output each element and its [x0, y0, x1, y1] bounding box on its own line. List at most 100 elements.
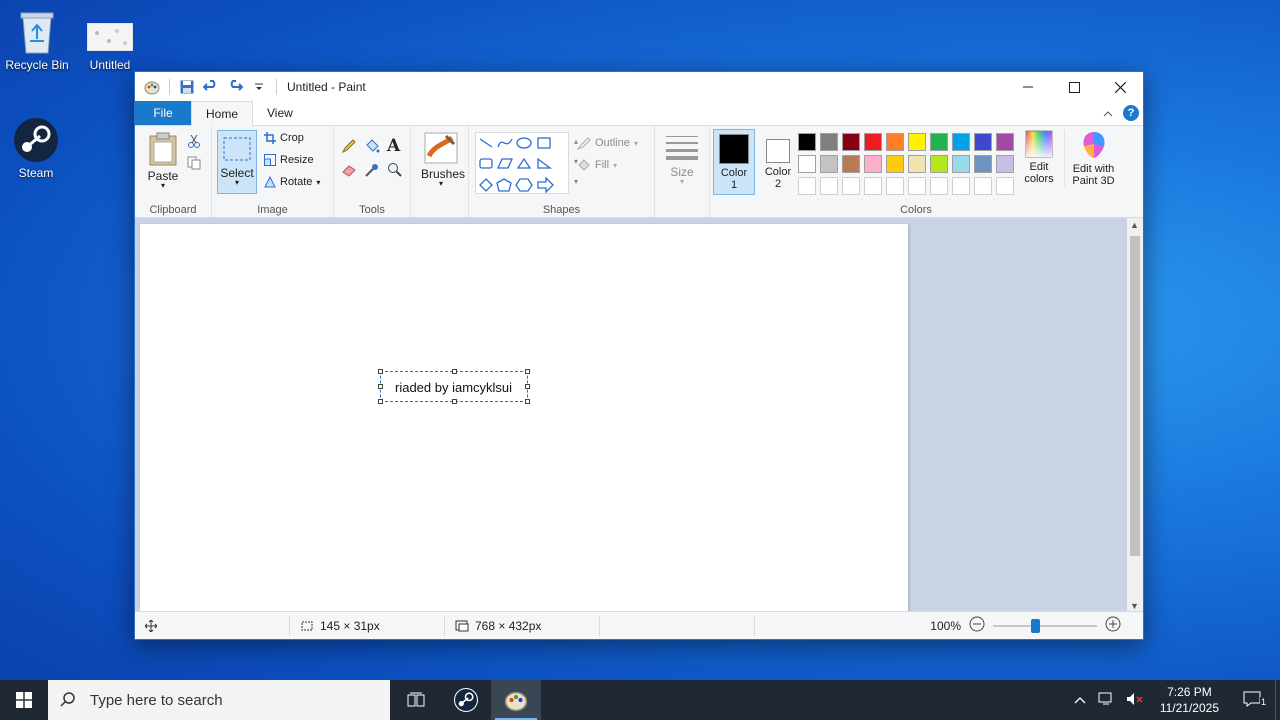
custom-color-slot[interactable]	[886, 177, 904, 195]
color-picker-icon[interactable]	[364, 162, 380, 181]
crop-button[interactable]: Crop	[264, 132, 304, 144]
zoom-in-button[interactable]	[1105, 616, 1121, 635]
zoom-out-button[interactable]	[969, 616, 985, 635]
fill-bucket-icon[interactable]	[364, 138, 380, 157]
show-desktop-button[interactable]	[1275, 680, 1280, 720]
palette-color-swatch[interactable]	[908, 133, 926, 151]
resize-handle[interactable]	[525, 369, 530, 374]
resize-handle[interactable]	[378, 369, 383, 374]
resize-handle[interactable]	[378, 399, 383, 404]
resize-handle[interactable]	[525, 384, 530, 389]
palette-color-swatch[interactable]	[930, 155, 948, 173]
resize-button[interactable]: Resize	[264, 154, 314, 166]
magnifier-icon[interactable]	[387, 162, 403, 181]
palette-color-swatch[interactable]	[974, 155, 992, 173]
custom-color-slot[interactable]	[930, 177, 948, 195]
palette-color-swatch[interactable]	[952, 133, 970, 151]
color1-button[interactable]: Color 1	[713, 129, 755, 195]
canvas-text[interactable]: riaded by iamcyklsui	[395, 380, 512, 395]
size-button[interactable]: Size ▾	[665, 134, 699, 186]
copy-icon[interactable]	[187, 156, 201, 173]
palette-color-swatch[interactable]	[842, 155, 860, 173]
custom-color-slot[interactable]	[820, 177, 838, 195]
edit-colors-button[interactable]: Edit colors	[1020, 130, 1058, 185]
palette-color-swatch[interactable]	[864, 155, 882, 173]
drawing-canvas[interactable]: riaded by iamcyklsui	[140, 224, 908, 613]
color2-button[interactable]: Color 2	[758, 129, 798, 195]
palette-color-swatch[interactable]	[908, 155, 926, 173]
palette-color-swatch[interactable]	[820, 155, 838, 173]
palette-color-swatch[interactable]	[798, 133, 816, 151]
desktop-icon-untitled[interactable]: Untitled	[72, 18, 148, 72]
text-tool-icon[interactable]: A	[387, 136, 400, 156]
scroll-up-icon[interactable]: ▲	[1130, 220, 1139, 230]
volume-muted-icon[interactable]	[1120, 692, 1150, 709]
cut-icon[interactable]	[187, 134, 201, 151]
palette-color-swatch[interactable]	[798, 155, 816, 173]
redo-icon[interactable]	[226, 78, 244, 96]
resize-handle[interactable]	[452, 369, 457, 374]
resize-handle[interactable]	[452, 399, 457, 404]
palette-color-swatch[interactable]	[886, 133, 904, 151]
save-icon[interactable]	[178, 78, 196, 96]
help-icon[interactable]: ?	[1123, 105, 1139, 121]
tab-home[interactable]: Home	[191, 101, 254, 126]
custom-color-slot[interactable]	[974, 177, 992, 195]
palette-color-swatch[interactable]	[820, 133, 838, 151]
desktop-icon-steam[interactable]: Steam	[0, 116, 74, 180]
palette-color-swatch[interactable]	[864, 133, 882, 151]
palette-color-swatch[interactable]	[952, 155, 970, 173]
palette-color-swatch[interactable]	[996, 133, 1014, 151]
scrollbar-thumb[interactable]	[1130, 236, 1140, 556]
resize-handle[interactable]	[378, 384, 383, 389]
close-button[interactable]	[1097, 72, 1143, 102]
rotate-button[interactable]: Rotate ▾	[264, 176, 320, 188]
clock[interactable]: 7:26 PM 11/21/2025	[1150, 684, 1229, 716]
brushes-button[interactable]: Brushes ▾	[421, 132, 465, 188]
vertical-scrollbar[interactable]: ▲ ▼	[1127, 218, 1143, 613]
palette-color-swatch[interactable]	[930, 133, 948, 151]
custom-color-slot[interactable]	[864, 177, 882, 195]
palette-color-swatch[interactable]	[996, 155, 1014, 173]
tab-file[interactable]: File	[135, 101, 191, 125]
eraser-icon[interactable]	[341, 162, 357, 181]
undo-icon[interactable]	[202, 78, 220, 96]
palette-color-swatch[interactable]	[974, 133, 992, 151]
zoom-slider-thumb[interactable]	[1031, 618, 1040, 633]
custom-color-slot[interactable]	[908, 177, 926, 195]
canvas-workspace[interactable]: riaded by iamcyklsui	[135, 218, 1129, 613]
palette-color-swatch[interactable]	[842, 133, 860, 151]
start-button[interactable]	[0, 680, 48, 720]
customize-qat-icon[interactable]	[250, 78, 268, 96]
pencil-icon[interactable]	[341, 138, 357, 157]
text-selection-box[interactable]: riaded by iamcyklsui	[378, 369, 530, 404]
taskbar-paint[interactable]	[491, 680, 541, 720]
recycle-bin-icon	[13, 8, 61, 56]
zoom-slider[interactable]	[993, 618, 1097, 633]
minimize-button[interactable]	[1005, 72, 1051, 102]
notifications-button[interactable]: 1	[1229, 691, 1275, 710]
fill-button[interactable]: Fill ▾	[577, 158, 617, 172]
task-view-button[interactable]	[391, 680, 441, 720]
network-icon[interactable]	[1092, 692, 1120, 709]
palette-color-swatch[interactable]	[886, 155, 904, 173]
collapse-ribbon-icon[interactable]	[1103, 106, 1113, 120]
custom-color-slot[interactable]	[798, 177, 816, 195]
scroll-down-icon[interactable]: ▼	[1130, 601, 1139, 611]
paste-button[interactable]: Paste ▾	[145, 132, 181, 190]
resize-handle[interactable]	[525, 399, 530, 404]
select-button[interactable]: Select ▾	[217, 130, 257, 194]
taskbar-steam[interactable]	[441, 680, 491, 720]
tab-view[interactable]: View	[253, 101, 307, 125]
show-hidden-icons-icon[interactable]	[1068, 693, 1092, 707]
edit-with-paint3d-button[interactable]: Edit with Paint 3D	[1064, 130, 1122, 187]
desktop-icon-recycle-bin[interactable]: Recycle Bin	[0, 8, 75, 72]
paint-app-icon[interactable]	[143, 78, 161, 96]
outline-button[interactable]: Outline ▾	[577, 136, 638, 150]
maximize-button[interactable]	[1051, 72, 1097, 102]
taskbar-search-box[interactable]: Type here to search	[48, 680, 390, 720]
custom-color-slot[interactable]	[996, 177, 1014, 195]
custom-color-slot[interactable]	[952, 177, 970, 195]
custom-color-slot[interactable]	[842, 177, 860, 195]
shapes-gallery[interactable]	[475, 132, 569, 194]
